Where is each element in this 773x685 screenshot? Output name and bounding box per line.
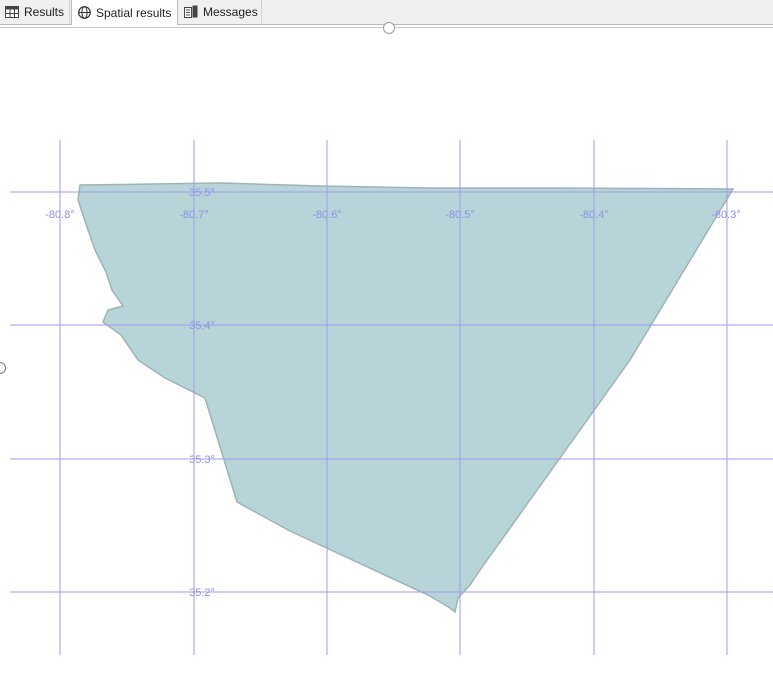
lon-label: -80.6° — [312, 209, 341, 221]
tab-results[interactable]: Results — [0, 0, 70, 23]
tab-messages[interactable]: Messages — [180, 0, 262, 23]
messages-icon — [184, 5, 198, 18]
globe-icon — [78, 6, 91, 19]
grid-table-icon — [5, 5, 19, 18]
top-resize-handle[interactable] — [383, 22, 395, 34]
lon-label: -80.7° — [179, 209, 208, 221]
spatial-map-panel[interactable]: -80.8° -80.7° -80.6° -80.5° -80.4° -80.3… — [0, 22, 773, 680]
lon-label: -80.5° — [445, 209, 474, 221]
lon-label: -80.3° — [711, 209, 740, 221]
lat-label: 35.5° — [189, 187, 215, 199]
tab-messages-label: Messages — [203, 4, 258, 19]
tab-spatial-results-label: Spatial results — [96, 5, 172, 20]
lon-label: -80.8° — [45, 209, 74, 221]
tab-spatial-results[interactable]: Spatial results — [71, 0, 178, 25]
lat-label: 35.3° — [189, 454, 215, 466]
lat-label: 35.2° — [189, 587, 215, 599]
tab-results-label: Results — [24, 4, 65, 19]
spatial-polygon — [77, 182, 735, 614]
lon-label: -80.4° — [579, 209, 608, 221]
lat-label: 35.4° — [189, 320, 215, 332]
spatial-map-canvas[interactable]: -80.8° -80.7° -80.6° -80.5° -80.4° -80.3… — [0, 28, 773, 680]
